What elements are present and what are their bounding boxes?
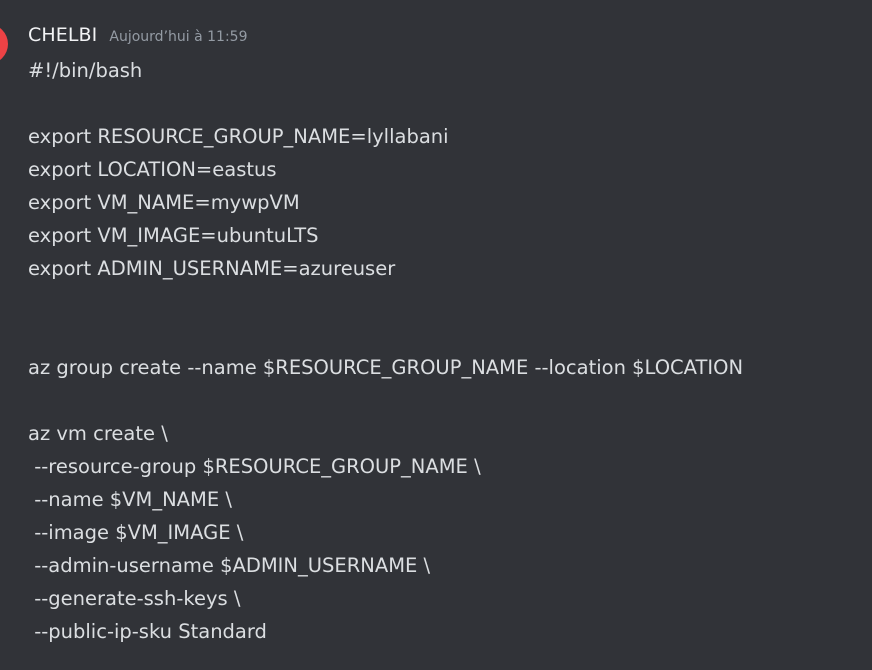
message-line: export ADMIN_USERNAME=azureuser — [28, 257, 396, 280]
message-line — [28, 384, 872, 417]
message-line: --name $VM_NAME \ — [28, 488, 232, 511]
message-line: az group create --name $RESOURCE_GROUP_N… — [28, 356, 744, 379]
message-line: export VM_IMAGE=ubuntuLTS — [28, 224, 319, 247]
message-line: export LOCATION=eastus — [28, 158, 277, 181]
message-line: #!/bin/bash — [28, 59, 143, 82]
message-line — [28, 87, 872, 120]
message-timestamp[interactable]: Aujourd’hui à 11:59 — [109, 29, 247, 45]
chat-message: CHELBI Aujourd’hui à 11:59 #!/bin/bash e… — [28, 24, 872, 648]
message-line — [28, 285, 872, 318]
message-line: az vm create \ — [28, 422, 168, 445]
message-line: --admin-username $ADMIN_USERNAME \ — [28, 554, 431, 577]
author-username[interactable]: CHELBI — [28, 24, 97, 46]
message-header: CHELBI Aujourd’hui à 11:59 — [28, 24, 872, 54]
message-line: --generate-ssh-keys \ — [28, 587, 241, 610]
message-content: #!/bin/bash export RESOURCE_GROUP_NAME=l… — [28, 54, 872, 648]
message-line: --image $VM_IMAGE \ — [28, 521, 244, 544]
message-line — [28, 318, 872, 351]
message-line: export RESOURCE_GROUP_NAME=lyllabani — [28, 125, 449, 148]
message-line: --public-ip-sku Standard — [28, 620, 267, 643]
message-line: --resource-group $RESOURCE_GROUP_NAME \ — [28, 455, 481, 478]
message-line: export VM_NAME=mywpVM — [28, 191, 300, 214]
avatar[interactable] — [0, 24, 8, 64]
